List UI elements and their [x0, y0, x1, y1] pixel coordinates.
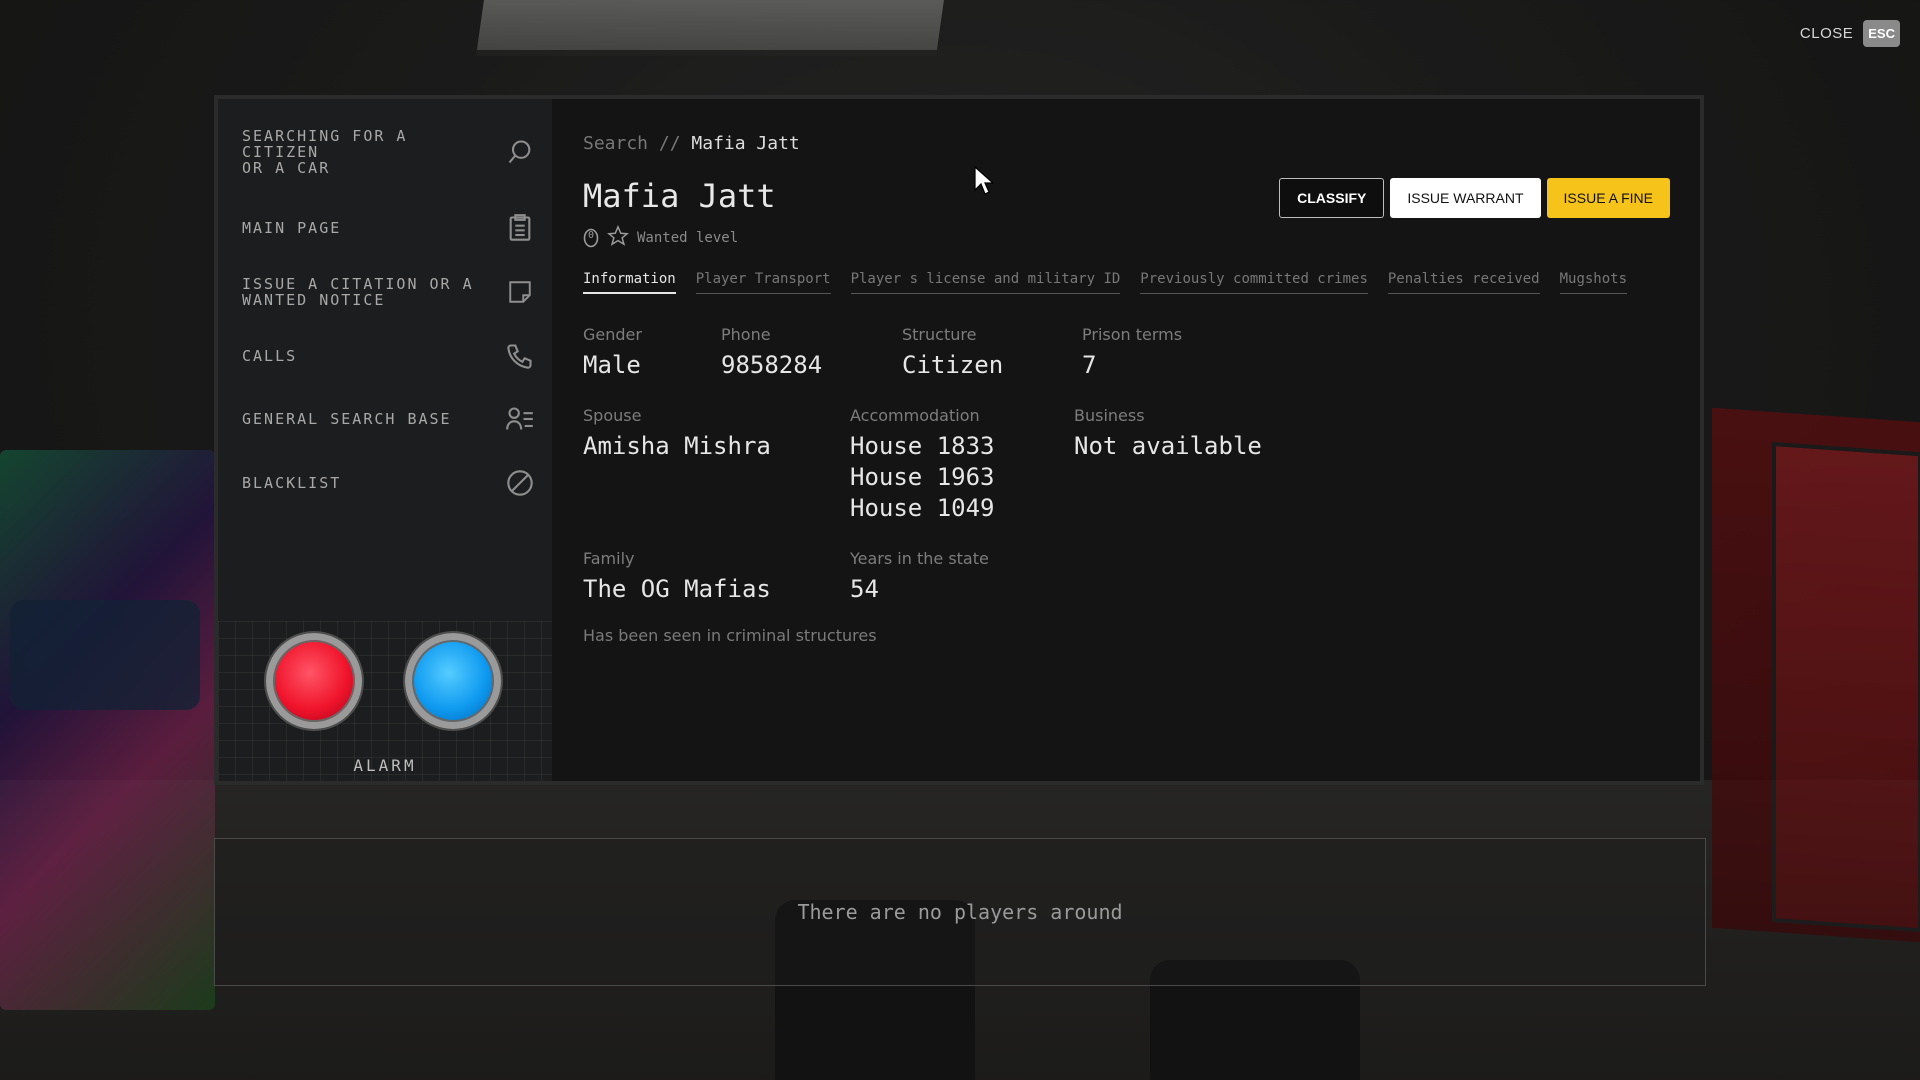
ban-icon: [504, 467, 536, 499]
gender-field: Gender Male: [583, 325, 642, 381]
field-value: Citizen: [902, 351, 1004, 379]
accommodation-item: House 1049: [850, 494, 995, 522]
breadcrumb: Search // Mafia Jatt: [583, 133, 800, 154]
field-label: Business: [1074, 406, 1145, 425]
spouse-field: Spouse Amisha Mishra: [583, 406, 771, 462]
field-value: 54: [850, 575, 879, 603]
field-label: Years in the state: [850, 549, 989, 568]
user-list-icon: [504, 403, 536, 435]
tab-license[interactable]: Player s license and military ID: [850, 271, 1121, 294]
action-buttons: CLASSIFY ISSUE WARRANT ISSUE A FINE: [1279, 178, 1670, 218]
sidebar-item-label: ISSUE A CITATION OR A WANTED NOTICE: [242, 275, 474, 309]
sidebar: SEARCHING FOR A CITIZEN OR A CAR MAIN PA…: [218, 99, 552, 781]
clipboard-icon: [504, 212, 536, 244]
wanted-level-value-icon: 0: [583, 228, 599, 248]
esc-key[interactable]: ESC: [1863, 20, 1900, 47]
wanted-level: 0 Wanted level: [583, 224, 739, 251]
sidebar-item-citation[interactable]: ISSUE A CITATION OR A WANTED NOTICE: [218, 259, 552, 325]
note-icon: [504, 276, 536, 308]
sidebar-item-label: MAIN PAGE: [242, 219, 342, 237]
tab-penalties[interactable]: Penalties received: [1387, 271, 1540, 294]
alarm-label: ALARM: [353, 756, 417, 775]
field-value: Male: [583, 351, 641, 379]
field-value: House 1833 House 1963 House 1049: [850, 431, 995, 524]
field-value: Not available: [1074, 432, 1262, 460]
sidebar-item-calls[interactable]: CALLS: [218, 325, 552, 387]
alarm-red-button[interactable]: [266, 633, 362, 729]
field-label: Structure: [902, 325, 977, 344]
family-field: Family The OG Mafias: [583, 549, 771, 605]
tab-bar: Information Player Transport Player s li…: [583, 271, 1628, 294]
breadcrumb-current: Mafia Jatt: [691, 133, 800, 154]
person-name: Mafia Jatt: [583, 177, 776, 215]
nearby-players-panel: There are no players around: [214, 838, 1706, 986]
field-value: The OG Mafias: [583, 575, 771, 603]
alarm-panel: ALARM: [218, 621, 552, 781]
breadcrumb-root[interactable]: Search //: [583, 133, 681, 154]
star-icon: [606, 224, 630, 251]
alarm-blue-button[interactable]: [405, 633, 501, 729]
phone-field: Phone 9858284: [721, 325, 822, 381]
years-in-state-field: Years in the state 54: [850, 549, 989, 605]
sidebar-item-label: SEARCHING FOR A CITIZEN OR A CAR: [242, 127, 408, 177]
no-players-text: There are no players around: [797, 900, 1123, 924]
sidebar-item-search[interactable]: SEARCHING FOR A CITIZEN OR A CAR: [218, 99, 552, 197]
sidebar-item-label: BLACKLIST: [242, 474, 342, 492]
sidebar-item-blacklist[interactable]: BLACKLIST: [218, 451, 552, 515]
field-label: Prison terms: [1082, 325, 1183, 344]
close-control[interactable]: CLOSE ESC: [1800, 20, 1900, 47]
issue-fine-button[interactable]: ISSUE A FINE: [1546, 178, 1670, 218]
sidebar-item-search-base[interactable]: GENERAL SEARCH BASE: [218, 387, 552, 451]
field-label: Family: [583, 549, 635, 568]
structure-field: Structure Citizen: [902, 325, 1003, 381]
main-content: Search // Mafia Jatt Mafia Jatt 0 Wanted…: [552, 99, 1700, 781]
phone-icon: [504, 340, 536, 372]
field-label: Accommodation: [850, 406, 980, 425]
tab-information[interactable]: Information: [583, 271, 676, 294]
field-label: Phone: [721, 325, 771, 344]
close-label[interactable]: CLOSE: [1800, 25, 1853, 42]
accommodation-field: Accommodation House 1833 House 1963 Hous…: [850, 406, 995, 524]
wanted-level-label: Wanted level: [637, 230, 739, 246]
field-label: Spouse: [583, 406, 642, 425]
issue-warrant-button[interactable]: ISSUE WARRANT: [1390, 178, 1541, 218]
tab-player-transport[interactable]: Player Transport: [695, 271, 831, 294]
sidebar-item-label: CALLS: [242, 347, 298, 365]
tab-crimes[interactable]: Previously committed crimes: [1140, 271, 1368, 294]
field-value: 7: [1082, 351, 1097, 379]
accommodation-item: House 1833: [850, 432, 995, 460]
tab-mugshots[interactable]: Mugshots: [1559, 271, 1628, 294]
business-field: Business Not available: [1074, 406, 1262, 462]
police-tablet: SEARCHING FOR A CITIZEN OR A CAR MAIN PA…: [214, 95, 1704, 785]
field-value: Amisha Mishra: [583, 432, 771, 460]
field-label: Gender: [583, 325, 642, 344]
classify-button[interactable]: CLASSIFY: [1279, 178, 1385, 218]
search-icon: [504, 136, 536, 168]
field-value: 9858284: [721, 351, 823, 379]
mouse-cursor-icon: [974, 165, 995, 200]
sidebar-item-label: GENERAL SEARCH BASE: [242, 410, 452, 428]
sidebar-item-main-page[interactable]: MAIN PAGE: [218, 197, 552, 259]
accommodation-item: House 1963: [850, 463, 995, 491]
prison-terms-field: Prison terms 7: [1082, 325, 1182, 381]
criminal-note: Has been seen in criminal structures: [583, 626, 877, 645]
